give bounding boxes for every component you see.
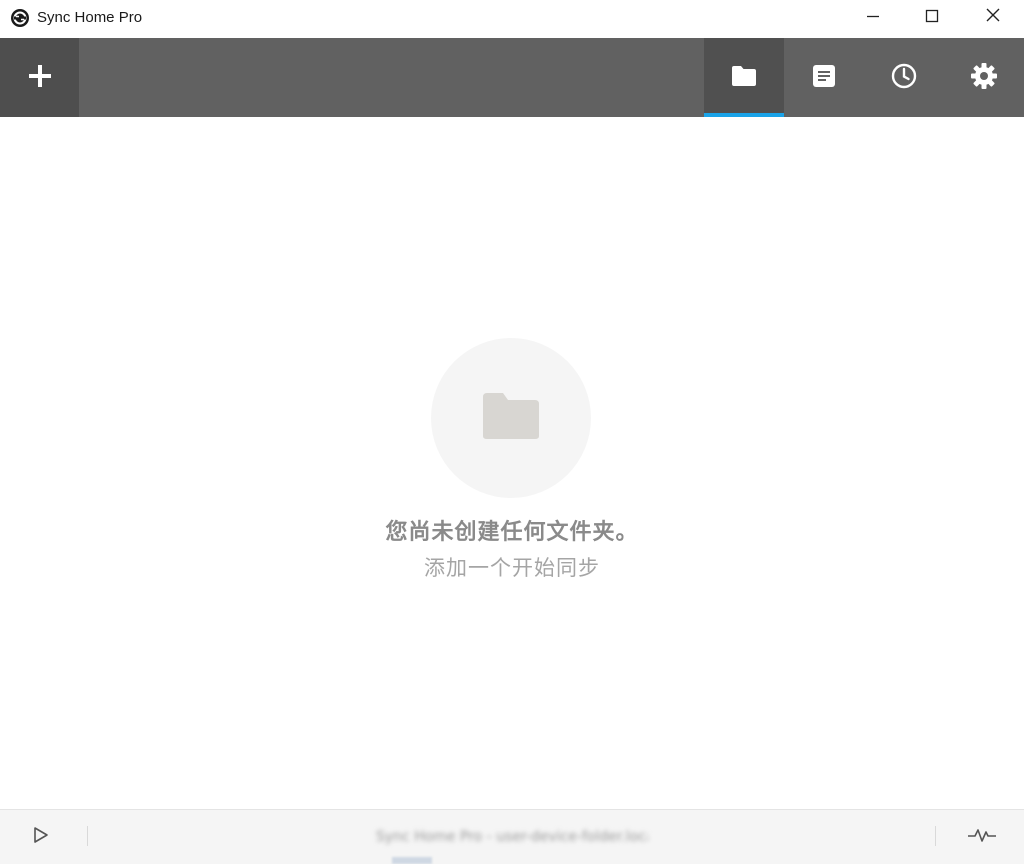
start-sync-button[interactable] (28, 824, 54, 850)
app-window: Sync Home Pro 您尚未创建任何文件夹。 添加一个开始同步 Sync … (0, 0, 1024, 864)
empty-state-illustration (431, 338, 591, 498)
tab-history[interactable] (864, 38, 944, 117)
status-bar: Sync Home Pro - user-device-folder.local (0, 809, 1024, 864)
document-icon (812, 64, 836, 92)
active-tab-indicator (704, 113, 784, 117)
close-icon (985, 7, 1001, 27)
tab-settings[interactable] (944, 38, 1024, 117)
close-button[interactable] (970, 0, 1016, 34)
minimize-button[interactable] (850, 0, 896, 34)
status-text: Sync Home Pro - user-device-folder.local (376, 829, 648, 845)
tab-folders[interactable] (704, 38, 784, 117)
empty-state-subtitle: 添加一个开始同步 (424, 556, 600, 580)
tab-logs[interactable] (784, 38, 864, 117)
main-toolbar (0, 38, 1024, 117)
activity-icon (967, 827, 997, 847)
status-divider (935, 826, 936, 846)
activity-button[interactable] (966, 825, 998, 849)
minimize-icon (866, 8, 880, 27)
gear-icon (970, 62, 998, 94)
maximize-button[interactable] (909, 0, 955, 34)
sync-logo-icon (10, 8, 30, 28)
maximize-icon (925, 8, 939, 27)
clock-icon (891, 63, 917, 93)
plus-icon (26, 62, 54, 94)
empty-state-title: 您尚未创建任何文件夹。 (385, 519, 639, 545)
play-icon (32, 826, 50, 848)
add-folder-button[interactable] (0, 38, 79, 117)
folder-icon (731, 65, 757, 91)
status-divider (87, 826, 88, 846)
taskbar-peek (392, 857, 432, 864)
title-bar[interactable]: Sync Home Pro (0, 0, 1024, 38)
folder-icon (482, 392, 540, 444)
window-title: Sync Home Pro (37, 9, 143, 26)
